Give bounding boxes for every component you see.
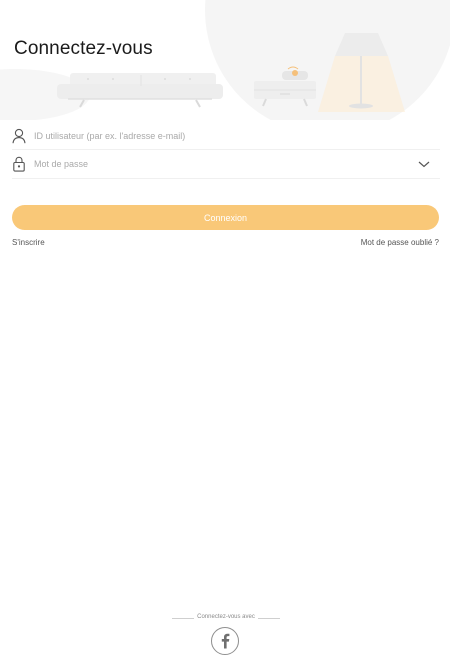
living-room-illustration <box>0 0 450 120</box>
field-divider <box>12 178 440 179</box>
lock-icon <box>13 156 25 172</box>
social-login-caption: Connectez-vous avec <box>172 612 280 624</box>
password-field[interactable] <box>12 150 440 178</box>
sofa-drawing <box>57 73 223 108</box>
login-button[interactable]: Connexion <box>12 205 439 230</box>
password-input[interactable] <box>34 154 424 174</box>
user-id-field[interactable] <box>12 122 440 150</box>
signup-link[interactable]: S'inscrire <box>12 238 45 247</box>
facebook-login-button[interactable] <box>211 627 239 655</box>
chevron-down-icon[interactable] <box>418 159 430 169</box>
social-login: Connectez-vous avec <box>0 612 450 662</box>
divider-line <box>172 618 194 619</box>
facebook-icon <box>221 633 230 649</box>
header-illustration <box>0 0 450 120</box>
page-title: Connectez-vous <box>14 38 153 59</box>
divider-line <box>258 618 280 619</box>
forgot-password-link[interactable]: Mot de passe oublié ? <box>361 238 439 247</box>
social-login-label: Connectez-vous avec <box>197 614 255 620</box>
user-id-input[interactable] <box>34 126 424 146</box>
user-icon <box>12 128 26 144</box>
